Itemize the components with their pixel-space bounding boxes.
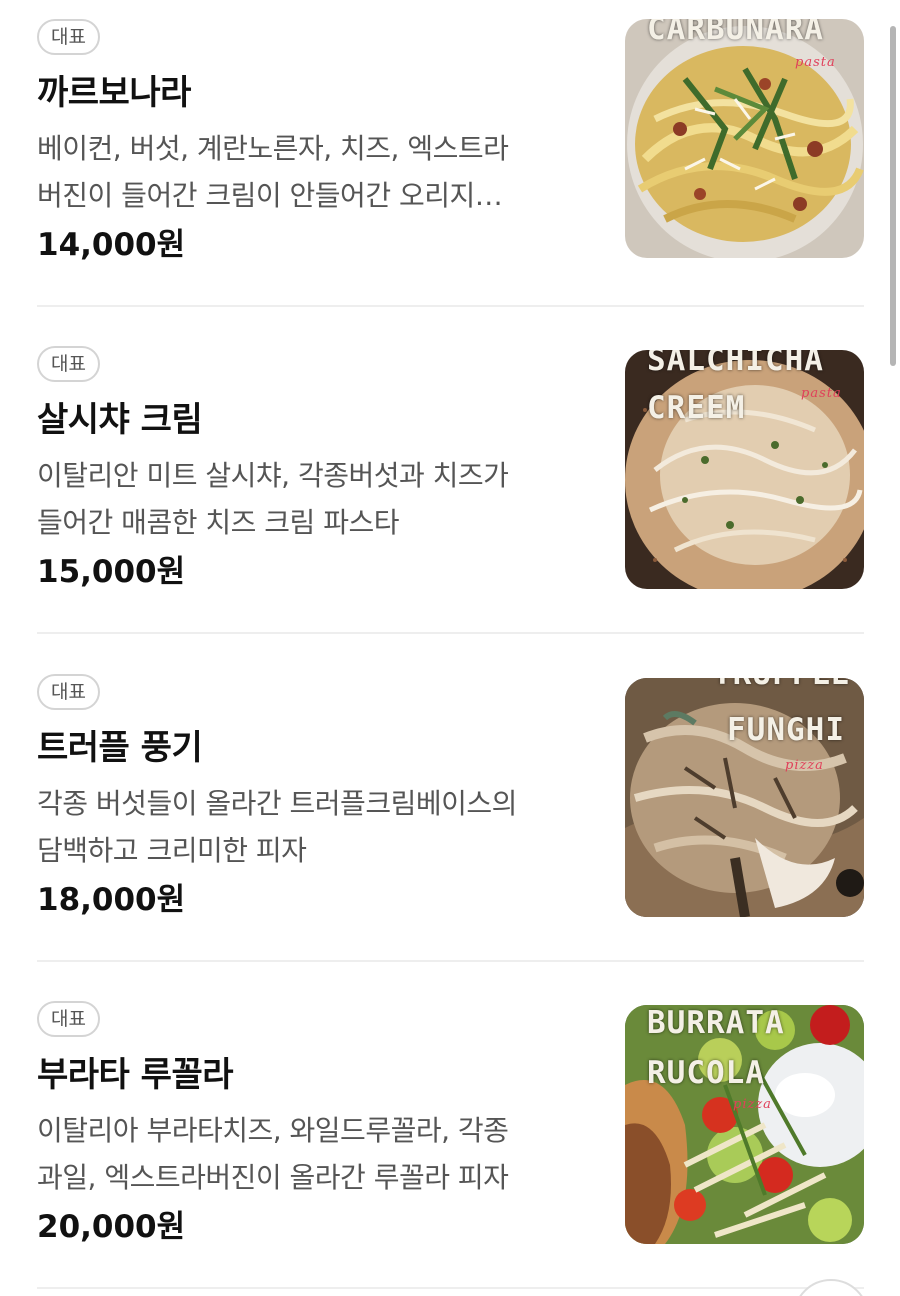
menu-item-burrata-rucola[interactable]: 대표 부라타 루꼴라 이탈리아 부라타치즈, 와일드루꼴라, 각종 과일, 엑스… <box>37 1001 864 1245</box>
menu-list: 대표 까르보나라 베이컨, 버섯, 계란노른자, 치즈, 엑스트라 버진이 들어… <box>0 0 900 1296</box>
photo-overlay-title: TRUFFLE <box>713 678 851 691</box>
carbonara-photo[interactable]: CARBUNARA pasta <box>625 19 864 258</box>
photo-overlay-tag: pizza <box>785 758 824 773</box>
description-line: 담백하고 크리미한 피자 <box>37 834 307 867</box>
description-line: 버진이 들어간 크림이 안들어간 오리지… <box>37 179 503 212</box>
description-line: 이탈리아 부라타치즈, 와일드루꼴라, 각종 <box>37 1114 509 1147</box>
scrollbar[interactable] <box>890 26 896 366</box>
menu-item-name: 부라타 루꼴라 <box>37 1055 234 1095</box>
divider <box>37 632 864 634</box>
menu-item-name: 살시챠 크림 <box>37 400 203 440</box>
photo-overlay-title: RUCOLA <box>647 1055 765 1091</box>
description-line: 이탈리안 미트 살시챠, 각종버섯과 치즈가 <box>37 459 509 492</box>
menu-item-description: 각종 버섯들이 올라간 트러플크림베이스의 담백하고 크리미한 피자 <box>37 780 597 874</box>
menu-item-description: 이탈리안 미트 살시챠, 각종버섯과 치즈가 들어간 매콤한 치즈 크림 파스타 <box>37 452 597 546</box>
photo-overlay-title: CREEM <box>647 390 746 426</box>
menu-item-price: 14,000원 <box>37 227 186 263</box>
signature-badge: 대표 <box>37 674 100 710</box>
menu-item-price: 18,000원 <box>37 882 186 918</box>
menu-item-salsiccia-cream[interactable]: 대표 살시챠 크림 이탈리안 미트 살시챠, 각종버섯과 치즈가 들어간 매콤한… <box>37 346 864 590</box>
description-line: 각종 버섯들이 올라간 트러플크림베이스의 <box>37 787 517 820</box>
menu-item-description: 이탈리아 부라타치즈, 와일드루꼴라, 각종 과일, 엑스트라버진이 올라간 루… <box>37 1107 597 1201</box>
photo-overlay-tag: pizza <box>733 1097 772 1112</box>
menu-item-name: 트러플 풍기 <box>37 728 203 768</box>
truffle-funghi-photo[interactable]: TRUFFLE FUNGHI pizza <box>625 678 864 917</box>
description-line: 들어간 매콤한 치즈 크림 파스타 <box>37 506 399 539</box>
menu-item-carbonara[interactable]: 대표 까르보나라 베이컨, 버섯, 계란노른자, 치즈, 엑스트라 버진이 들어… <box>37 19 864 263</box>
divider <box>37 960 864 962</box>
signature-badge: 대표 <box>37 19 100 55</box>
photo-overlay-title: SALCHICHA <box>647 350 824 378</box>
photo-overlay-title: FUNGHI <box>727 712 845 748</box>
photo-overlay-tag: pasta <box>801 386 842 401</box>
divider <box>37 1287 864 1289</box>
photo-overlay-title: CARBUNARA <box>647 19 824 47</box>
menu-item-truffle-funghi[interactable]: 대표 트러플 풍기 각종 버섯들이 올라간 트러플크림베이스의 담백하고 크리미… <box>37 674 864 918</box>
signature-badge: 대표 <box>37 346 100 382</box>
menu-item-description: 베이컨, 버섯, 계란노른자, 치즈, 엑스트라 버진이 들어간 크림이 안들어… <box>37 125 597 219</box>
menu-item-price: 20,000원 <box>37 1209 186 1245</box>
photo-overlay-tag: pasta <box>795 55 836 70</box>
burrata-rucola-photo[interactable]: BURRATA RUCOLA pizza <box>625 1005 864 1244</box>
description-line: 베이컨, 버섯, 계란노른자, 치즈, 엑스트라 <box>37 132 509 165</box>
salsiccia-cream-photo[interactable]: SALCHICHA CREEM pasta <box>625 350 864 589</box>
description-line: 과일, 엑스트라버진이 올라간 루꼴라 피자 <box>37 1161 509 1194</box>
photo-overlay-title: BURRATA <box>647 1005 785 1041</box>
menu-item-price: 15,000원 <box>37 554 186 590</box>
signature-badge: 대표 <box>37 1001 100 1037</box>
divider <box>37 305 864 307</box>
menu-item-name: 까르보나라 <box>37 73 191 113</box>
